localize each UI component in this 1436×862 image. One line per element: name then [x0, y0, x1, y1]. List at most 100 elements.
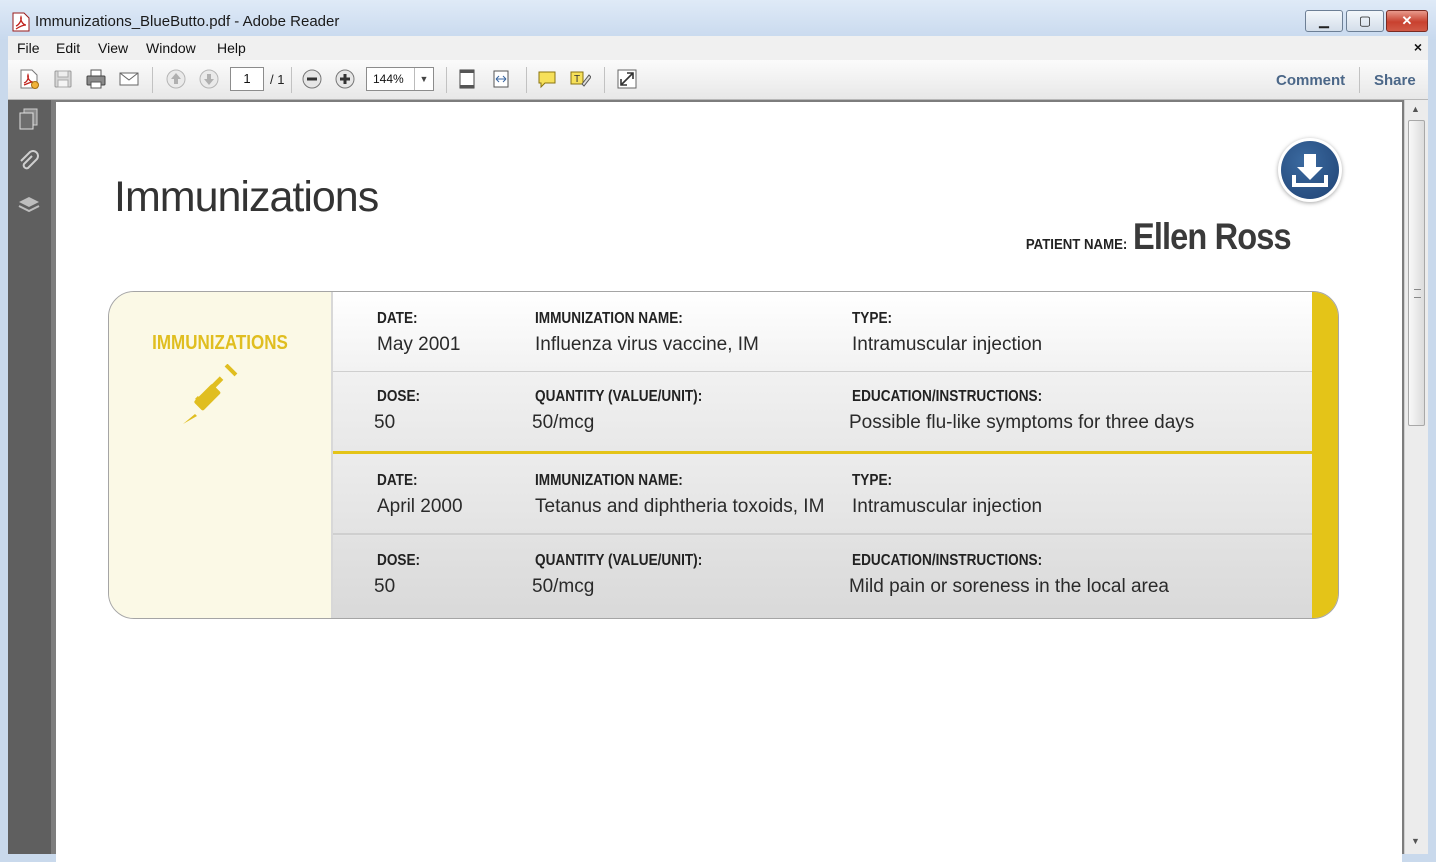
- minimize-button[interactable]: ▁: [1305, 10, 1343, 32]
- patient-name: Ellen Ross: [1132, 216, 1292, 257]
- maximize-button[interactable]: ▢: [1346, 10, 1384, 32]
- window-title: Immunizations_BlueButto.pdf - Adobe Read…: [35, 13, 340, 30]
- education-label: EDUCATION/INSTRUCTIONS:: [852, 552, 1043, 569]
- dose-field: DOSE: 50: [374, 388, 428, 434]
- zoom-out-icon[interactable]: [301, 68, 323, 90]
- toolbar-separator: [152, 67, 153, 93]
- page-title: Immunizations: [114, 172, 379, 221]
- dose-label: DOSE:: [377, 552, 421, 569]
- quantity-value: 50/mcg: [532, 576, 595, 597]
- page-total: / 1: [270, 72, 285, 87]
- vertical-scrollbar[interactable]: ▲ ▼: [1404, 100, 1428, 854]
- quantity-field: QUANTITY (VALUE/UNIT): 50/mcg: [532, 552, 732, 598]
- toolbar-separator: [604, 67, 605, 93]
- comment-button[interactable]: Comment: [1276, 72, 1345, 89]
- close-button[interactable]: ✕: [1386, 10, 1428, 32]
- navigation-pane: [8, 100, 51, 854]
- layers-icon[interactable]: [17, 193, 41, 217]
- toolbar-separator: [446, 67, 447, 93]
- type-value: Intramuscular injection: [852, 334, 1043, 355]
- patient-name-block: PATIENT NAME: Ellen Ross: [1012, 216, 1312, 258]
- date-label: DATE:: [377, 310, 418, 327]
- type-field: TYPE: Intramuscular injection: [852, 472, 1042, 518]
- previous-page-icon[interactable]: [165, 68, 187, 90]
- immunization-name-value: Influenza virus vaccine, IM: [535, 334, 759, 355]
- record-row: DOSE: 50 QUANTITY (VALUE/UNIT): 50/mcg E…: [333, 372, 1312, 454]
- pdf-file-icon: [12, 12, 30, 32]
- dose-value: 50: [374, 576, 396, 597]
- date-value: April 2000: [377, 496, 463, 517]
- save-icon[interactable]: [52, 68, 74, 90]
- patient-name-label: PATIENT NAME:: [1025, 236, 1127, 253]
- immunization-name-label: IMMUNIZATION NAME:: [535, 310, 683, 327]
- section-panel: IMMUNIZATIONS: [109, 292, 333, 618]
- menu-view[interactable]: View: [98, 40, 128, 56]
- download-button[interactable]: [1278, 138, 1342, 202]
- type-value: Intramuscular injection: [852, 496, 1043, 517]
- menu-edit[interactable]: Edit: [56, 40, 80, 56]
- dose-field: DOSE: 50: [374, 552, 428, 598]
- attachments-icon[interactable]: [17, 150, 41, 174]
- menu-file[interactable]: File: [17, 40, 40, 56]
- section-heading: IMMUNIZATIONS: [152, 332, 288, 354]
- menu-bar: File Edit View Window Help ×: [8, 36, 1428, 60]
- document-viewport: Immunizations PATIENT NAME: Ellen Ross IM…: [51, 100, 1404, 862]
- accent-strip: [1312, 292, 1338, 618]
- next-page-icon[interactable]: [198, 68, 220, 90]
- quantity-label: QUANTITY (VALUE/UNIT):: [535, 552, 703, 569]
- dose-value: 50: [374, 412, 396, 433]
- zoom-in-icon[interactable]: [334, 68, 356, 90]
- date-label: DATE:: [377, 472, 418, 489]
- download-icon: [1292, 154, 1328, 187]
- print-icon[interactable]: [85, 68, 107, 90]
- grip-icon: [1414, 289, 1421, 298]
- immunizations-card: IMMUNIZATIONS DATE: May 2001 IMMUNIZATIO…: [108, 291, 1339, 619]
- menu-window[interactable]: Window: [146, 40, 196, 56]
- education-value: Mild pain or soreness in the local area: [849, 576, 1170, 597]
- fit-width-icon[interactable]: [490, 68, 512, 90]
- scroll-up-icon[interactable]: ▲: [1411, 104, 1420, 114]
- education-field: EDUCATION/INSTRUCTIONS: Possible flu-lik…: [849, 388, 1195, 434]
- scrollbar-thumb[interactable]: [1408, 120, 1425, 426]
- page-thumbnails-icon[interactable]: [17, 107, 41, 131]
- title-bar: Immunizations_BlueButto.pdf - Adobe Read…: [0, 0, 1436, 40]
- svg-text:T: T: [574, 74, 580, 85]
- immunization-name-field: IMMUNIZATION NAME: Tetanus and diphtheri…: [535, 472, 824, 518]
- create-pdf-icon[interactable]: [18, 68, 40, 90]
- scroll-down-icon[interactable]: ▼: [1411, 836, 1420, 846]
- date-value: May 2001: [377, 334, 461, 355]
- toolbar-separator: [291, 67, 292, 93]
- syringe-icon: [183, 364, 238, 424]
- quantity-field: QUANTITY (VALUE/UNIT): 50/mcg: [532, 388, 732, 434]
- page-number-input[interactable]: 1: [230, 67, 264, 91]
- education-field: EDUCATION/INSTRUCTIONS: Mild pain or sor…: [849, 552, 1170, 598]
- sticky-note-icon[interactable]: [536, 68, 558, 90]
- record-row: DATE: April 2000 IMMUNIZATION NAME: Teta…: [333, 454, 1312, 535]
- close-document-button[interactable]: ×: [1414, 39, 1422, 55]
- immunization-name-value: Tetanus and diphtheria toxoids, IM: [535, 496, 825, 517]
- chevron-down-icon[interactable]: ▼: [414, 68, 433, 90]
- zoom-value: 144%: [373, 72, 404, 86]
- toolbar-separator: [526, 67, 527, 93]
- record-row: DATE: May 2001 IMMUNIZATION NAME: Influe…: [333, 292, 1312, 373]
- full-screen-icon[interactable]: [616, 68, 638, 90]
- email-icon[interactable]: [118, 68, 140, 90]
- quantity-label: QUANTITY (VALUE/UNIT):: [535, 388, 703, 405]
- date-field: DATE: April 2000: [377, 472, 463, 518]
- immunization-name-label: IMMUNIZATION NAME:: [535, 472, 683, 489]
- highlight-text-icon[interactable]: T: [569, 68, 591, 90]
- type-field: TYPE: Intramuscular injection: [852, 310, 1042, 356]
- fit-page-icon[interactable]: [456, 68, 478, 90]
- toolbar-separator: [1359, 67, 1360, 93]
- education-value: Possible flu-like symptoms for three day…: [849, 412, 1195, 433]
- zoom-level-select[interactable]: 144% ▼: [366, 67, 434, 91]
- date-field: DATE: May 2001: [377, 310, 460, 356]
- dose-label: DOSE:: [377, 388, 421, 405]
- quantity-value: 50/mcg: [532, 412, 595, 433]
- menu-help[interactable]: Help: [217, 40, 246, 56]
- record-row: DOSE: 50 QUANTITY (VALUE/UNIT): 50/mcg E…: [333, 536, 1312, 618]
- pdf-page: Immunizations PATIENT NAME: Ellen Ross IM…: [56, 102, 1402, 862]
- toolbar: 1 / 1 144% ▼ T Comment Share: [8, 60, 1428, 100]
- type-label: TYPE:: [852, 310, 893, 327]
- share-button[interactable]: Share: [1374, 72, 1416, 89]
